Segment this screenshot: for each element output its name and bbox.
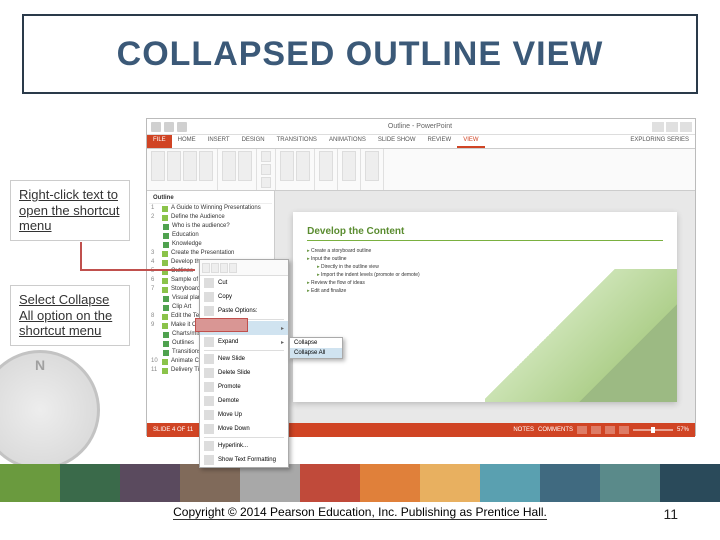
redo-icon[interactable]	[177, 122, 187, 132]
font-size-dropdown[interactable]	[211, 263, 219, 273]
minimize-icon[interactable]	[652, 122, 664, 132]
powerpoint-window: Outline - PowerPoint FILE HOME INSERT DE…	[146, 118, 696, 436]
mini-toolbar	[200, 260, 275, 276]
menu-cut[interactable]: Cut	[200, 276, 275, 290]
title-bar: Outline - PowerPoint	[147, 119, 695, 135]
tab-insert[interactable]: INSERT	[202, 135, 236, 148]
zoom-slider[interactable]	[633, 429, 673, 431]
slide-heading[interactable]: Develop the Content	[307, 226, 663, 241]
ribbon	[147, 149, 695, 191]
handout-master-button[interactable]	[238, 151, 252, 181]
comments-button[interactable]: COMMENTS	[538, 427, 573, 433]
maximize-icon[interactable]	[666, 122, 678, 132]
window-title: Outline - PowerPoint	[191, 123, 649, 130]
outline-pane[interactable]: Outline 1A Guide to Winning Presentation…	[147, 191, 275, 423]
menu-move-down[interactable]: Move Down	[200, 422, 275, 423]
title-box: COLLAPSED OUTLINE VIEW	[22, 14, 698, 94]
copyright-bar: Copyright © 2014 Pearson Education, Inc.…	[0, 503, 720, 522]
tab-file[interactable]: FILE	[147, 135, 172, 148]
menu-copy[interactable]: Copy	[200, 290, 275, 304]
promote-icon	[204, 382, 214, 392]
bold-button[interactable]	[220, 263, 228, 273]
reading-view-icon[interactable]	[605, 426, 615, 434]
move-up-icon	[204, 410, 214, 420]
normal-view-icon[interactable]	[577, 426, 587, 434]
tab-review[interactable]: REVIEW	[422, 135, 458, 148]
font-dropdown[interactable]	[202, 263, 210, 273]
outline-item: 1A Guide to Winning Presentations	[149, 204, 272, 213]
close-icon[interactable]	[680, 122, 692, 132]
gridlines-checkbox[interactable]	[261, 164, 271, 175]
copy-icon	[204, 292, 214, 302]
fit-window-button[interactable]	[296, 151, 310, 181]
slide-title: COLLAPSED OUTLINE VIEW	[117, 35, 604, 74]
slideshow-view-icon[interactable]	[619, 426, 629, 434]
macros-button[interactable]	[365, 151, 379, 181]
explorer-label: Exploring Series	[624, 135, 695, 148]
tab-view[interactable]: VIEW	[457, 135, 484, 148]
tab-transitions[interactable]: TRANSITIONS	[271, 135, 323, 148]
color-button[interactable]	[319, 151, 333, 181]
outline-subitem: Knowledge	[149, 240, 272, 249]
workspace: Outline 1A Guide to Winning Presentation…	[147, 191, 695, 423]
zoom-level[interactable]: 57%	[677, 427, 689, 433]
outline-item: 2Define the Audience	[149, 213, 272, 222]
outline-item: 3Create the Presentation	[149, 249, 272, 258]
slide-canvas[interactable]: Develop the Content Create a storyboard …	[293, 212, 677, 402]
save-icon[interactable]	[151, 122, 161, 132]
menu-demote[interactable]: Demote	[200, 394, 275, 408]
undo-icon[interactable]	[164, 122, 174, 132]
notes-button[interactable]: NOTES	[513, 427, 534, 433]
slide-editor: Develop the Content Create a storyboard …	[275, 191, 695, 423]
menu-expand[interactable]: Expand▸	[200, 335, 275, 349]
compass-decoration: N	[0, 350, 100, 470]
outline-view-button[interactable]	[167, 151, 181, 181]
sorter-view-icon[interactable]	[591, 426, 601, 434]
copyright-text: Copyright © 2014 Pearson Education, Inc.…	[173, 505, 547, 520]
quick-access-toolbar	[147, 122, 191, 132]
delete-icon	[204, 368, 214, 378]
italic-button[interactable]	[229, 263, 237, 273]
callout-collapse-all: Select Collapse All option on the shortc…	[10, 285, 130, 346]
notes-page-button[interactable]	[199, 151, 213, 181]
tab-slideshow[interactable]: SLIDE SHOW	[372, 135, 422, 148]
menu-promote[interactable]: Promote	[200, 380, 275, 394]
connector-highlight	[195, 318, 248, 332]
outline-subitem: Education	[149, 231, 272, 240]
connector	[80, 242, 82, 269]
tab-animations[interactable]: ANIMATIONS	[323, 135, 372, 148]
paste-icon	[204, 306, 214, 316]
menu-paste[interactable]: Paste Options:	[200, 304, 275, 318]
connector	[80, 269, 195, 271]
menu-delete-slide[interactable]: Delete Slide	[200, 366, 275, 380]
menu-move-up[interactable]: Move Up	[200, 408, 275, 422]
expand-icon	[204, 337, 214, 347]
guides-checkbox[interactable]	[261, 177, 271, 188]
slide-master-button[interactable]	[222, 151, 236, 181]
tab-design[interactable]: DESIGN	[236, 135, 271, 148]
slide-sorter-button[interactable]	[183, 151, 197, 181]
cut-icon	[204, 278, 214, 288]
callout-right-click: Right-click text to open the shortcut me…	[10, 180, 130, 241]
outline-header: Outline	[149, 193, 272, 204]
menu-new-slide[interactable]: New Slide	[200, 352, 275, 366]
page-number: 11	[663, 506, 678, 522]
ruler-checkbox[interactable]	[261, 151, 271, 162]
new-slide-icon	[204, 354, 214, 364]
tab-home[interactable]: HOME	[172, 135, 202, 148]
slide-background-graphic	[485, 269, 677, 402]
zoom-button[interactable]	[280, 151, 294, 181]
normal-view-button[interactable]	[151, 151, 165, 181]
demote-icon	[204, 396, 214, 406]
window-controls	[649, 122, 695, 132]
context-menu: Cut Copy Paste Options: Collapse▸ Expand…	[199, 259, 275, 423]
ribbon-tabs: FILE HOME INSERT DESIGN TRANSITIONS ANIM…	[147, 135, 695, 149]
outline-subitem: Who is the audience?	[149, 222, 272, 231]
new-window-button[interactable]	[342, 151, 356, 181]
color-band	[0, 464, 720, 502]
